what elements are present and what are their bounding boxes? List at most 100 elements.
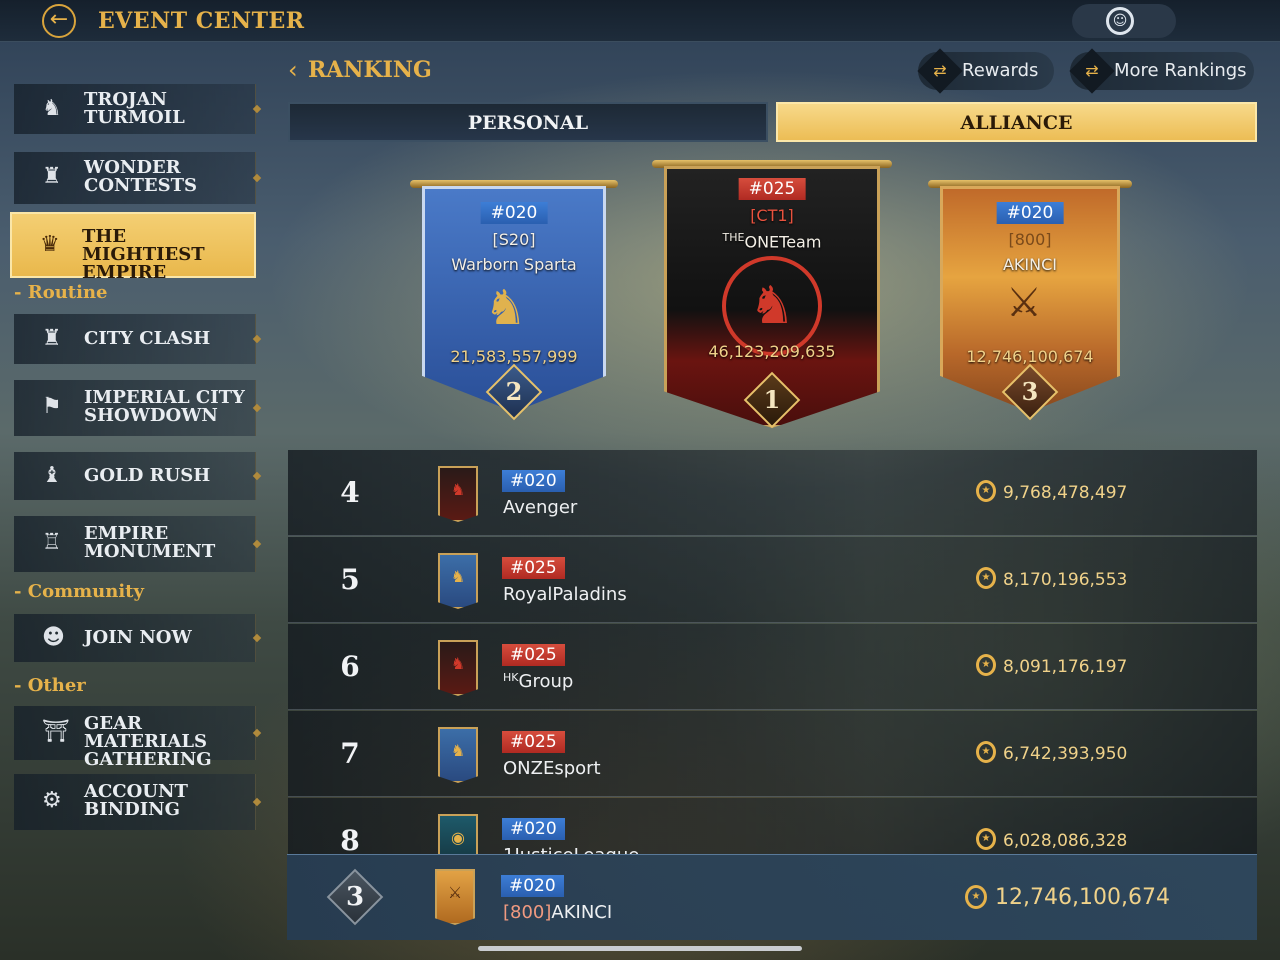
imperial-city-icon: ⚑ (42, 394, 62, 419)
server-tag: #020 (480, 202, 548, 224)
alliance-name: 1JusticeLeague (503, 845, 639, 854)
alliance-name: Avenger (503, 497, 578, 518)
sidebar-item-mightiest-empire[interactable]: ♛ THE MIGHTIEST EMPIRE (10, 212, 256, 282)
podium-rank-3[interactable]: #020 [800] AKINCI ⚔ 12,746,100,674 3 (928, 180, 1132, 430)
alliance-score: 9,768,478,497 (1003, 483, 1128, 503)
medal-icon: ★ (976, 567, 996, 589)
row-rank: 7 (340, 737, 360, 770)
account-binding-icon: ⚙ (42, 788, 62, 813)
back-arrow-icon[interactable]: ← (42, 4, 76, 38)
server-tag: #025 (502, 644, 565, 666)
table-row[interactable]: 6 ♞ #025 HKGroup ★ 8,091,176,197 (288, 624, 1257, 710)
sidebar-item-label: GOLD RUSH (84, 465, 211, 486)
alliance-power: 46,123,209,635 (708, 342, 836, 361)
support-chat-icon: ☺ (1106, 7, 1134, 35)
podium-rank-1[interactable]: #025 [CT1] THEONETeam ♞ 46,123,209,635 1 (652, 160, 892, 442)
dragon-emblem-icon: ♞ (722, 256, 822, 356)
ranking-list[interactable]: 4 ♞ #020 Avenger ★ 9,768,478,497 5 ♞ #02… (288, 450, 1257, 854)
sidebar-item-label: IMPERIAL CITY SHOWDOWN (84, 387, 245, 426)
sidebar-item-gear-materials[interactable]: ⛩ GEAR MATERIALS GATHERING (14, 706, 262, 769)
crossed-swords-icon: ⚔ (1006, 280, 1042, 326)
gold-rush-icon: ♝ (42, 463, 62, 488)
server-tag: #025 (502, 557, 565, 579)
sidebar-item-label: WONDER CONTESTS (84, 157, 197, 196)
alliance-score: 6,742,393,950 (1003, 744, 1128, 764)
sidebar-item-join-now[interactable]: ☻ JOIN NOW (14, 614, 262, 662)
alliance-name: Warborn Sparta (451, 255, 577, 274)
sidebar-item-empire-monument[interactable]: ♖ EMPIRE MONUMENT (14, 516, 262, 572)
table-row[interactable]: 4 ♞ #020 Avenger ★ 9,768,478,497 (288, 450, 1257, 536)
more-rankings-button[interactable]: ⇄ More Rankings (1069, 48, 1254, 94)
monument-icon: ♖ (42, 530, 62, 555)
sidebar-item-city-clash[interactable]: ♜ CITY CLASH (14, 314, 262, 364)
section-routine: - Routine (14, 282, 108, 303)
sidebar-dot (252, 173, 262, 183)
server-tag: #020 (501, 875, 564, 897)
sidebar-dot (252, 403, 262, 413)
sidebar-item-label: GEAR MATERIALS GATHERING (84, 713, 212, 770)
sidebar-item-wonder-contests[interactable]: ♜ WONDER CONTESTS (14, 152, 262, 204)
alliance-name: THEONETeam (722, 231, 822, 252)
server-tag: #025 (738, 178, 806, 200)
trojan-horse-icon: ♞ (42, 96, 62, 121)
alliance-flag-icon: ◉ (438, 814, 478, 854)
alliance-flag-icon: ♞ (438, 553, 478, 609)
wonder-icon: ♜ (42, 164, 62, 189)
alliance-tag: [CT1] (750, 206, 794, 225)
chevron-left-icon[interactable]: ‹ (288, 56, 298, 84)
alliance-score: 12,746,100,674 (995, 885, 1170, 910)
alliance-name: RoyalPaladins (503, 584, 627, 605)
alliance-name: ONZEsport (503, 758, 601, 779)
ranking-title: RANKING (308, 57, 432, 83)
alliance-tag: [800] (1008, 230, 1052, 249)
server-tag: #020 (502, 818, 565, 840)
podium-rank-2[interactable]: #020 [S20] Warborn Sparta ♞ 21,583,557,9… (410, 180, 618, 430)
alliance-flag-icon: ♞ (438, 640, 478, 696)
gear-materials-icon: ⛩ (42, 719, 70, 744)
sidebar-dot (252, 334, 262, 344)
table-row[interactable]: 5 ♞ #025 RoyalPaladins ★ 8,170,196,553 (288, 537, 1257, 623)
rewards-label: Rewards (962, 60, 1039, 81)
sidebar-item-label: CITY CLASH (84, 328, 211, 349)
my-alliance-row[interactable]: 3 ⚔ #020 [800]AKINCI ★ 12,746,100,674 (287, 854, 1257, 940)
sidebar-item-label: EMPIRE MONUMENT (84, 523, 216, 562)
table-row[interactable]: 7 ♞ #025 ONZEsport ★ 6,742,393,950 (288, 711, 1257, 797)
alliance-name: [800]AKINCI (503, 902, 613, 923)
medal-icon: ★ (976, 741, 996, 763)
sidebar-item-trojan-turmoil[interactable]: ♞ TROJAN TURMOIL (14, 84, 262, 134)
top-bar: ← EVENT CENTER ☺ (0, 0, 1280, 42)
sidebar-dot (252, 471, 262, 481)
home-indicator[interactable] (478, 946, 802, 951)
medal-icon: ★ (976, 654, 996, 676)
sidebar-item-gold-rush[interactable]: ♝ GOLD RUSH (14, 452, 262, 500)
row-rank: 6 (340, 650, 360, 683)
table-row[interactable]: 8 ◉ #020 1JusticeLeague ★ 6,028,086,328 (288, 798, 1257, 854)
swap-icon: ⇄ (1069, 48, 1115, 94)
row-rank: 8 (340, 824, 360, 854)
sidebar-item-label: TROJAN TURMOIL (84, 89, 185, 128)
sidebar-item-label: ACCOUNT BINDING (84, 781, 188, 820)
sidebar-dot (252, 539, 262, 549)
medal-icon: ★ (976, 828, 996, 850)
tab-personal[interactable]: PERSONAL (288, 102, 768, 142)
sidebar-dot (252, 797, 262, 807)
people-icon: ☻ (42, 625, 65, 650)
server-tag: #020 (996, 202, 1064, 224)
alliance-flag-icon: ♞ (438, 466, 478, 522)
sidebar-dot (252, 633, 262, 643)
alliance-score: 6,028,086,328 (1003, 831, 1128, 851)
rewards-button[interactable]: ⇄ Rewards (917, 48, 1054, 94)
alliance-flag-icon: ⚔ (435, 869, 475, 925)
sidebar-item-account-binding[interactable]: ⚙ ACCOUNT BINDING (14, 774, 262, 830)
swap-icon: ⇄ (917, 48, 963, 94)
city-clash-icon: ♜ (42, 326, 62, 351)
section-other: - Other (14, 675, 86, 696)
sidebar: ♞ TROJAN TURMOIL ♜ WONDER CONTESTS ♛ THE… (0, 42, 270, 960)
tab-alliance[interactable]: ALLIANCE (776, 102, 1257, 142)
page-title: EVENT CENTER (98, 8, 305, 34)
alliance-name: HKGroup (503, 671, 574, 692)
support-button[interactable]: ☺ (1072, 4, 1176, 38)
alliance-flag-icon: ♞ (438, 727, 478, 783)
empire-crest-icon: ♛ (40, 232, 60, 257)
sidebar-item-imperial-city-showdown[interactable]: ⚑ IMPERIAL CITY SHOWDOWN (14, 380, 262, 436)
